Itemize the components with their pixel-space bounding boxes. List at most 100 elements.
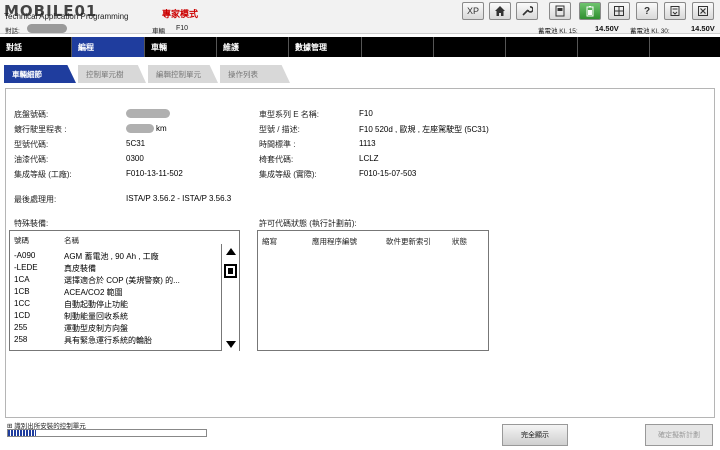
col-name-header: 名稱 [64, 236, 79, 245]
battery-button[interactable] [579, 2, 601, 20]
list-item[interactable]: 1CA [14, 275, 30, 287]
type-value: 5C31 [126, 139, 146, 148]
tab-vehicle-details[interactable]: 車輛細節 [4, 65, 76, 83]
nav-empty-3[interactable] [506, 37, 578, 57]
vin-label: 對話: [5, 28, 20, 35]
chassis-label: 底盤號碼: [14, 110, 49, 119]
home-icon [495, 6, 505, 16]
title-bar: MOBILE01 Technical Application Programmi… [0, 0, 720, 35]
list-item-name: 運動型皮制方向盤 [64, 324, 128, 333]
upholstery-label: 椅套代碼: [259, 155, 294, 164]
help-icon: ? [643, 5, 651, 17]
list-item[interactable]: 1CB [14, 287, 30, 299]
grid-icon [614, 6, 624, 16]
triangle-up-icon [225, 247, 236, 255]
nav-empty-1[interactable] [362, 37, 434, 57]
close-icon [698, 6, 708, 16]
list-item[interactable]: -A090 [14, 251, 35, 263]
home-button[interactable] [489, 2, 511, 20]
license-table[interactable]: 縮寫 應用程序編號 軟件更新索引 狀態 [257, 230, 489, 351]
vehicle-label: 車輛 [152, 28, 165, 35]
series-value: F10 [359, 109, 373, 118]
ilevel-actual-label: 集成等級 (實際): [259, 170, 317, 179]
nav-data-management[interactable]: 數據管理 [289, 37, 362, 57]
show-all-button[interactable]: 完全顯示 [502, 424, 568, 446]
paint-value: 0300 [126, 154, 144, 163]
ilevel-factory-value: F010-13-11-502 [126, 169, 183, 178]
wrench-button[interactable] [516, 2, 538, 20]
list-item-name: ACEA/CO2 範圍 [64, 288, 123, 297]
nav-empty-4[interactable] [578, 37, 650, 57]
upholstery-value: LCLZ [359, 154, 379, 163]
nav-dialog[interactable]: 對話 [0, 37, 72, 57]
card-button[interactable] [549, 2, 571, 20]
doc-icon [670, 6, 680, 16]
card-icon [555, 5, 565, 17]
voltage-30-label: 蓄電池 Kl. 30: [630, 28, 670, 35]
last-processed-value: ISTA/P 3.56.2 - ISTA/P 3.56.3 [126, 194, 232, 203]
scroll-thumb[interactable] [224, 264, 237, 278]
xp-button[interactable]: XP [462, 2, 484, 20]
doc-button[interactable] [664, 2, 686, 20]
model-value: F10 520d , 歐規 , 左座駕駛型 (5C31) [359, 125, 489, 134]
col-app-number-header: 應用程序編號 [312, 237, 357, 246]
battery-icon [586, 6, 594, 17]
equipment-list[interactable]: 號碼 名稱 -A090 AGM 蓄電池 , 90 Ah , 工廠 -LEDE 真… [9, 230, 240, 351]
last-processed-label: 最後處理用: [14, 195, 57, 204]
series-label: 車型系列 E 名稱: [259, 110, 320, 119]
equipment-title: 特殊裝備: [14, 219, 49, 228]
list-item-name: 制動能量回收系統 [64, 312, 128, 321]
progress-fill [8, 430, 36, 436]
equipment-scrollbar[interactable] [221, 244, 239, 351]
close-button[interactable] [692, 2, 714, 20]
nav-empty-5[interactable] [650, 37, 720, 57]
main-nav: 對話 編程 車輛 維護 數據管理 [0, 37, 720, 57]
voltage-15-value: 14.50V [595, 24, 619, 33]
chassis-mask [126, 109, 170, 118]
nav-empty-2[interactable] [434, 37, 506, 57]
list-item[interactable]: 1CD [14, 311, 30, 323]
time-value: 1113 [359, 139, 376, 148]
license-title: 許可代碼狀態 (執行計劃前): [259, 219, 357, 228]
voltage-30-value: 14.50V [691, 24, 715, 33]
list-item-name: 選擇適合於 COP (美規警察) 的... [64, 276, 180, 285]
triangle-down-icon [225, 340, 236, 348]
app-title: Technical Application Programming [4, 12, 129, 21]
col-status-header: 狀態 [452, 237, 467, 246]
col-sw-index-header: 軟件更新索引 [386, 237, 431, 246]
paint-label: 油漆代碼: [14, 155, 49, 164]
nav-programming[interactable]: 編程 [72, 37, 145, 57]
list-item[interactable]: 258 [14, 335, 27, 347]
vehicle-value: F10 [176, 25, 189, 32]
col-code-header: 號碼 [14, 236, 29, 245]
determine-plan-button[interactable]: 確定擬新計劃 [645, 424, 713, 446]
mileage-unit: km [156, 124, 167, 133]
wrench-icon [522, 6, 533, 16]
progress-bar [7, 429, 207, 437]
tab-ecu-tree[interactable]: 控制單元樹 [78, 65, 146, 83]
help-button[interactable]: ? [636, 2, 658, 20]
list-item[interactable]: 255 [14, 323, 27, 335]
time-label: 時間標準 : [259, 140, 296, 149]
tab-operation-list[interactable]: 操作列表 [220, 65, 290, 83]
list-item[interactable]: -LEDE [14, 263, 38, 275]
nav-vehicle[interactable]: 車輛 [145, 37, 217, 57]
type-label: 型號代碼: [14, 140, 49, 149]
list-item-name: 自動起動停止功能 [64, 300, 128, 309]
list-item-name: 具有緊急運行系統的輪胎 [64, 336, 152, 345]
model-label: 型號 / 描述: [259, 125, 300, 134]
scroll-up-arrow[interactable] [222, 244, 239, 258]
list-item-name: AGM 蓄電池 , 90 Ah , 工廠 [64, 252, 159, 261]
list-item[interactable]: 1CC [14, 299, 30, 311]
col-abbr-header: 縮寫 [262, 237, 277, 246]
tab-edit-ecu[interactable]: 編輯控制單元 [148, 65, 218, 83]
mileage-mask [126, 124, 154, 133]
sub-tabs: 車輛細節 控制單元樹 編輯控制單元 操作列表 [0, 60, 720, 88]
grid-button[interactable] [608, 2, 630, 20]
nav-service[interactable]: 維護 [217, 37, 289, 57]
ilevel-actual-value: F010-15-07-503 [359, 169, 417, 178]
scroll-down-arrow[interactable] [222, 337, 239, 351]
vin-mask [27, 24, 67, 33]
mode-label: 專家模式 [162, 9, 199, 19]
list-item-name: 真皮裝備 [64, 264, 96, 273]
